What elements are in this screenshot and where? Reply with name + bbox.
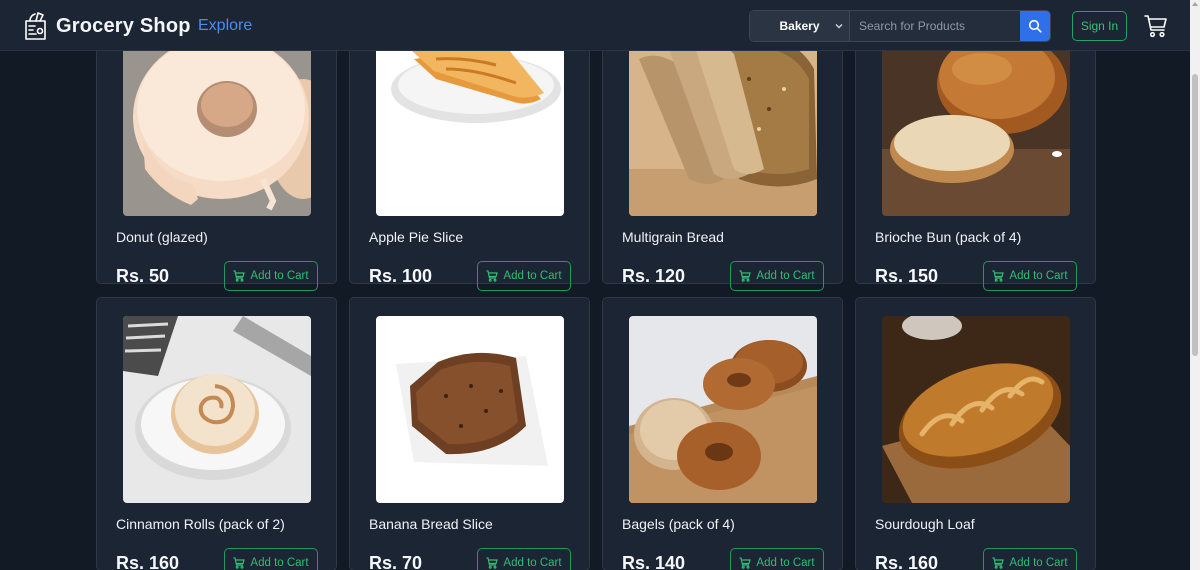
shopping-cart-icon[interactable] [1144, 14, 1168, 38]
product-price: Rs. 150 [875, 266, 939, 286]
product-image [629, 29, 817, 216]
banana-bread-slice-image [376, 316, 564, 503]
apple-pie-slice-image [376, 29, 564, 216]
product-name: Banana Bread Slice [369, 516, 493, 532]
cart-icon [233, 270, 246, 282]
cart-icon [739, 557, 752, 569]
add-to-cart-label: Add to Cart [503, 270, 562, 282]
add-to-cart-button[interactable]: Add to Cart [224, 548, 318, 570]
product-card[interactable]: Apple Pie Slice Rs. 100 Add to Cart [349, 10, 590, 291]
add-to-cart-label: Add to Cart [756, 557, 815, 569]
search-group: Bakery [749, 10, 1051, 42]
product-card[interactable]: Donut (glazed) Rs. 50 Add to Cart [96, 10, 337, 291]
product-image [376, 29, 564, 216]
product-name: Apple Pie Slice [369, 229, 464, 245]
product-price: Rs. 160 [875, 553, 939, 570]
product-price: Rs. 120 [622, 266, 686, 286]
search-button[interactable] [1020, 11, 1050, 41]
category-select-value: Bakery [779, 19, 820, 33]
product-price: Rs. 100 [369, 266, 433, 286]
add-to-cart-button[interactable]: Add to Cart [983, 548, 1077, 570]
product-card[interactable]: Banana Bread Slice Rs. 70 Add to Cart [349, 297, 590, 570]
product-card[interactable]: Brioche Bun (pack of 4) Rs. 150 Add to C… [855, 10, 1096, 291]
product-grid: Donut (glazed) Rs. 50 Add to Cart Apple … [96, 0, 1097, 570]
search-icon [1028, 19, 1042, 33]
multigrain-bread-image [629, 29, 817, 216]
product-price: Rs. 50 [116, 266, 170, 286]
product-image [882, 316, 1070, 503]
product-image [123, 29, 311, 216]
add-to-cart-button[interactable]: Add to Cart [477, 261, 571, 291]
product-card[interactable]: Bagels (pack of 4) Rs. 140 Add to Cart [602, 297, 843, 570]
product-card[interactable]: Multigrain Bread Rs. 120 Add to Cart [602, 10, 843, 291]
add-to-cart-button[interactable]: Add to Cart [224, 261, 318, 291]
add-to-cart-label: Add to Cart [1009, 270, 1068, 282]
category-select[interactable]: Bakery [750, 11, 850, 41]
add-to-cart-button[interactable]: Add to Cart [477, 548, 571, 570]
product-name: Donut (glazed) [116, 229, 208, 245]
add-to-cart-label: Add to Cart [756, 270, 815, 282]
page-scrollbar[interactable] [1190, 0, 1200, 570]
glazed-donut-image [123, 29, 311, 216]
cart-icon [486, 270, 499, 282]
product-image [629, 316, 817, 503]
add-to-cart-label: Add to Cart [250, 270, 309, 282]
scroll-up-arrow-icon[interactable] [1192, 2, 1198, 6]
add-to-cart-label: Add to Cart [1009, 557, 1068, 569]
nav-link-explore[interactable]: Explore [198, 17, 252, 35]
add-to-cart-button[interactable]: Add to Cart [730, 548, 824, 570]
product-name: Cinnamon Rolls (pack of 2) [116, 516, 285, 532]
scrollbar-thumb[interactable] [1192, 74, 1198, 356]
add-to-cart-label: Add to Cart [503, 557, 562, 569]
sourdough-loaf-image [882, 316, 1070, 503]
product-card[interactable]: Sourdough Loaf Rs. 160 Add to Cart [855, 297, 1096, 570]
cart-icon [992, 557, 1005, 569]
top-navbar: Grocery Shop Explore Bakery Sign In [0, 0, 1190, 51]
brioche-bun-image [882, 29, 1070, 216]
cart-icon [992, 270, 1005, 282]
add-to-cart-button[interactable]: Add to Cart [730, 261, 824, 291]
search-input[interactable] [850, 11, 1020, 41]
product-price: Rs. 70 [369, 553, 423, 570]
cinnamon-roll-image [123, 316, 311, 503]
chevron-down-icon [835, 24, 843, 29]
brand[interactable]: Grocery Shop [23, 11, 190, 41]
add-to-cart-button[interactable]: Add to Cart [983, 261, 1077, 291]
brand-name: Grocery Shop [56, 15, 191, 37]
product-image [376, 316, 564, 503]
product-price: Rs. 160 [116, 553, 180, 570]
product-card[interactable]: Cinnamon Rolls (pack of 2) Rs. 160 Add t… [96, 297, 337, 570]
bagels-image [629, 316, 817, 503]
product-image [123, 316, 311, 503]
grocery-bag-icon [25, 12, 46, 40]
product-price: Rs. 140 [622, 553, 686, 570]
product-image [882, 29, 1070, 216]
product-name: Brioche Bun (pack of 4) [875, 229, 1022, 245]
cart-icon [739, 270, 752, 282]
cart-icon [486, 557, 499, 569]
product-name: Multigrain Bread [622, 229, 724, 245]
cart-icon [233, 557, 246, 569]
product-name: Bagels (pack of 4) [622, 516, 735, 532]
add-to-cart-label: Add to Cart [250, 557, 309, 569]
product-name: Sourdough Loaf [875, 516, 975, 532]
sign-in-button[interactable]: Sign In [1072, 11, 1127, 41]
